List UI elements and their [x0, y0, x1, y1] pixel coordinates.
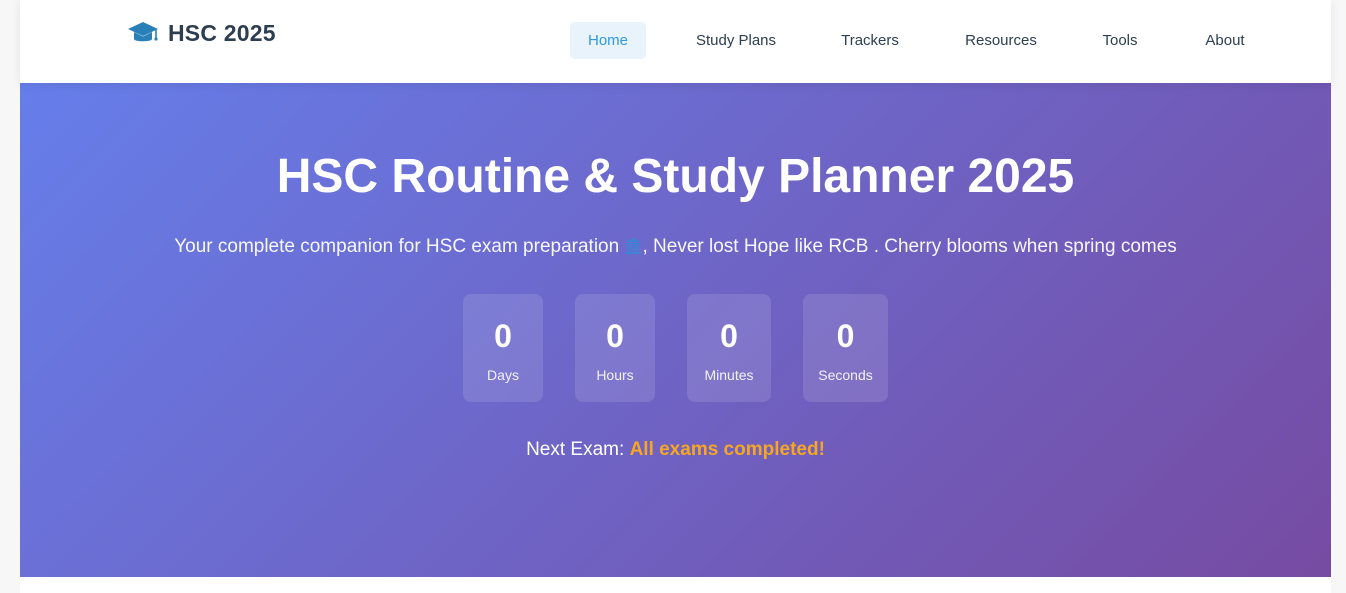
hero-subtitle: Your complete companion for HSC exam pre…: [20, 235, 1331, 259]
nav-item-tools[interactable]: Tools: [1088, 22, 1152, 59]
building-columns-icon: [625, 238, 642, 254]
countdown-seconds-label: Seconds: [818, 367, 873, 383]
hero-title: HSC Routine & Study Planner 2025: [276, 150, 1075, 203]
countdown-minutes-label: Minutes: [704, 367, 754, 383]
next-exam-info: Next Exam: All exams completed!: [20, 438, 1331, 462]
countdown-seconds: 0 Seconds: [803, 294, 888, 402]
countdown-days-label: Days: [487, 367, 519, 383]
nav-menu: Home Study Plans Trackers Resources Tool…: [20, 22, 1331, 59]
countdown-hours-label: Hours: [596, 367, 634, 383]
hero-subtitle-text-start: Your complete companion for HSC exam pre…: [174, 236, 620, 257]
page: HSC 2025 Home Study Plans Trackers Resou…: [20, 0, 1331, 593]
countdown-minutes: 0 Minutes: [687, 294, 771, 402]
next-exam-value: All exams completed!: [629, 439, 825, 460]
hero-subtitle-text-end: , Never lost Hope like RCB . Cherry bloo…: [642, 236, 1177, 257]
hero-section: HSC Routine & Study Planner 2025 Your co…: [20, 83, 1331, 577]
navbar: HSC 2025 Home Study Plans Trackers Resou…: [20, 0, 1331, 83]
countdown-hours-value: 0: [606, 318, 624, 354]
nav-item-trackers[interactable]: Trackers: [826, 22, 914, 59]
countdown-hours: 0 Hours: [575, 294, 655, 402]
nav-item-study-plans[interactable]: Study Plans: [680, 22, 792, 59]
nav-item-about[interactable]: About: [1186, 22, 1264, 59]
countdown-days: 0 Days: [463, 294, 543, 402]
countdown-days-value: 0: [494, 318, 512, 354]
nav-item-resources[interactable]: Resources: [948, 22, 1054, 59]
countdown-seconds-value: 0: [836, 318, 855, 354]
next-exam-label: Next Exam:: [526, 439, 625, 460]
countdown-minutes-value: 0: [720, 318, 738, 354]
nav-item-home[interactable]: Home: [570, 22, 646, 59]
